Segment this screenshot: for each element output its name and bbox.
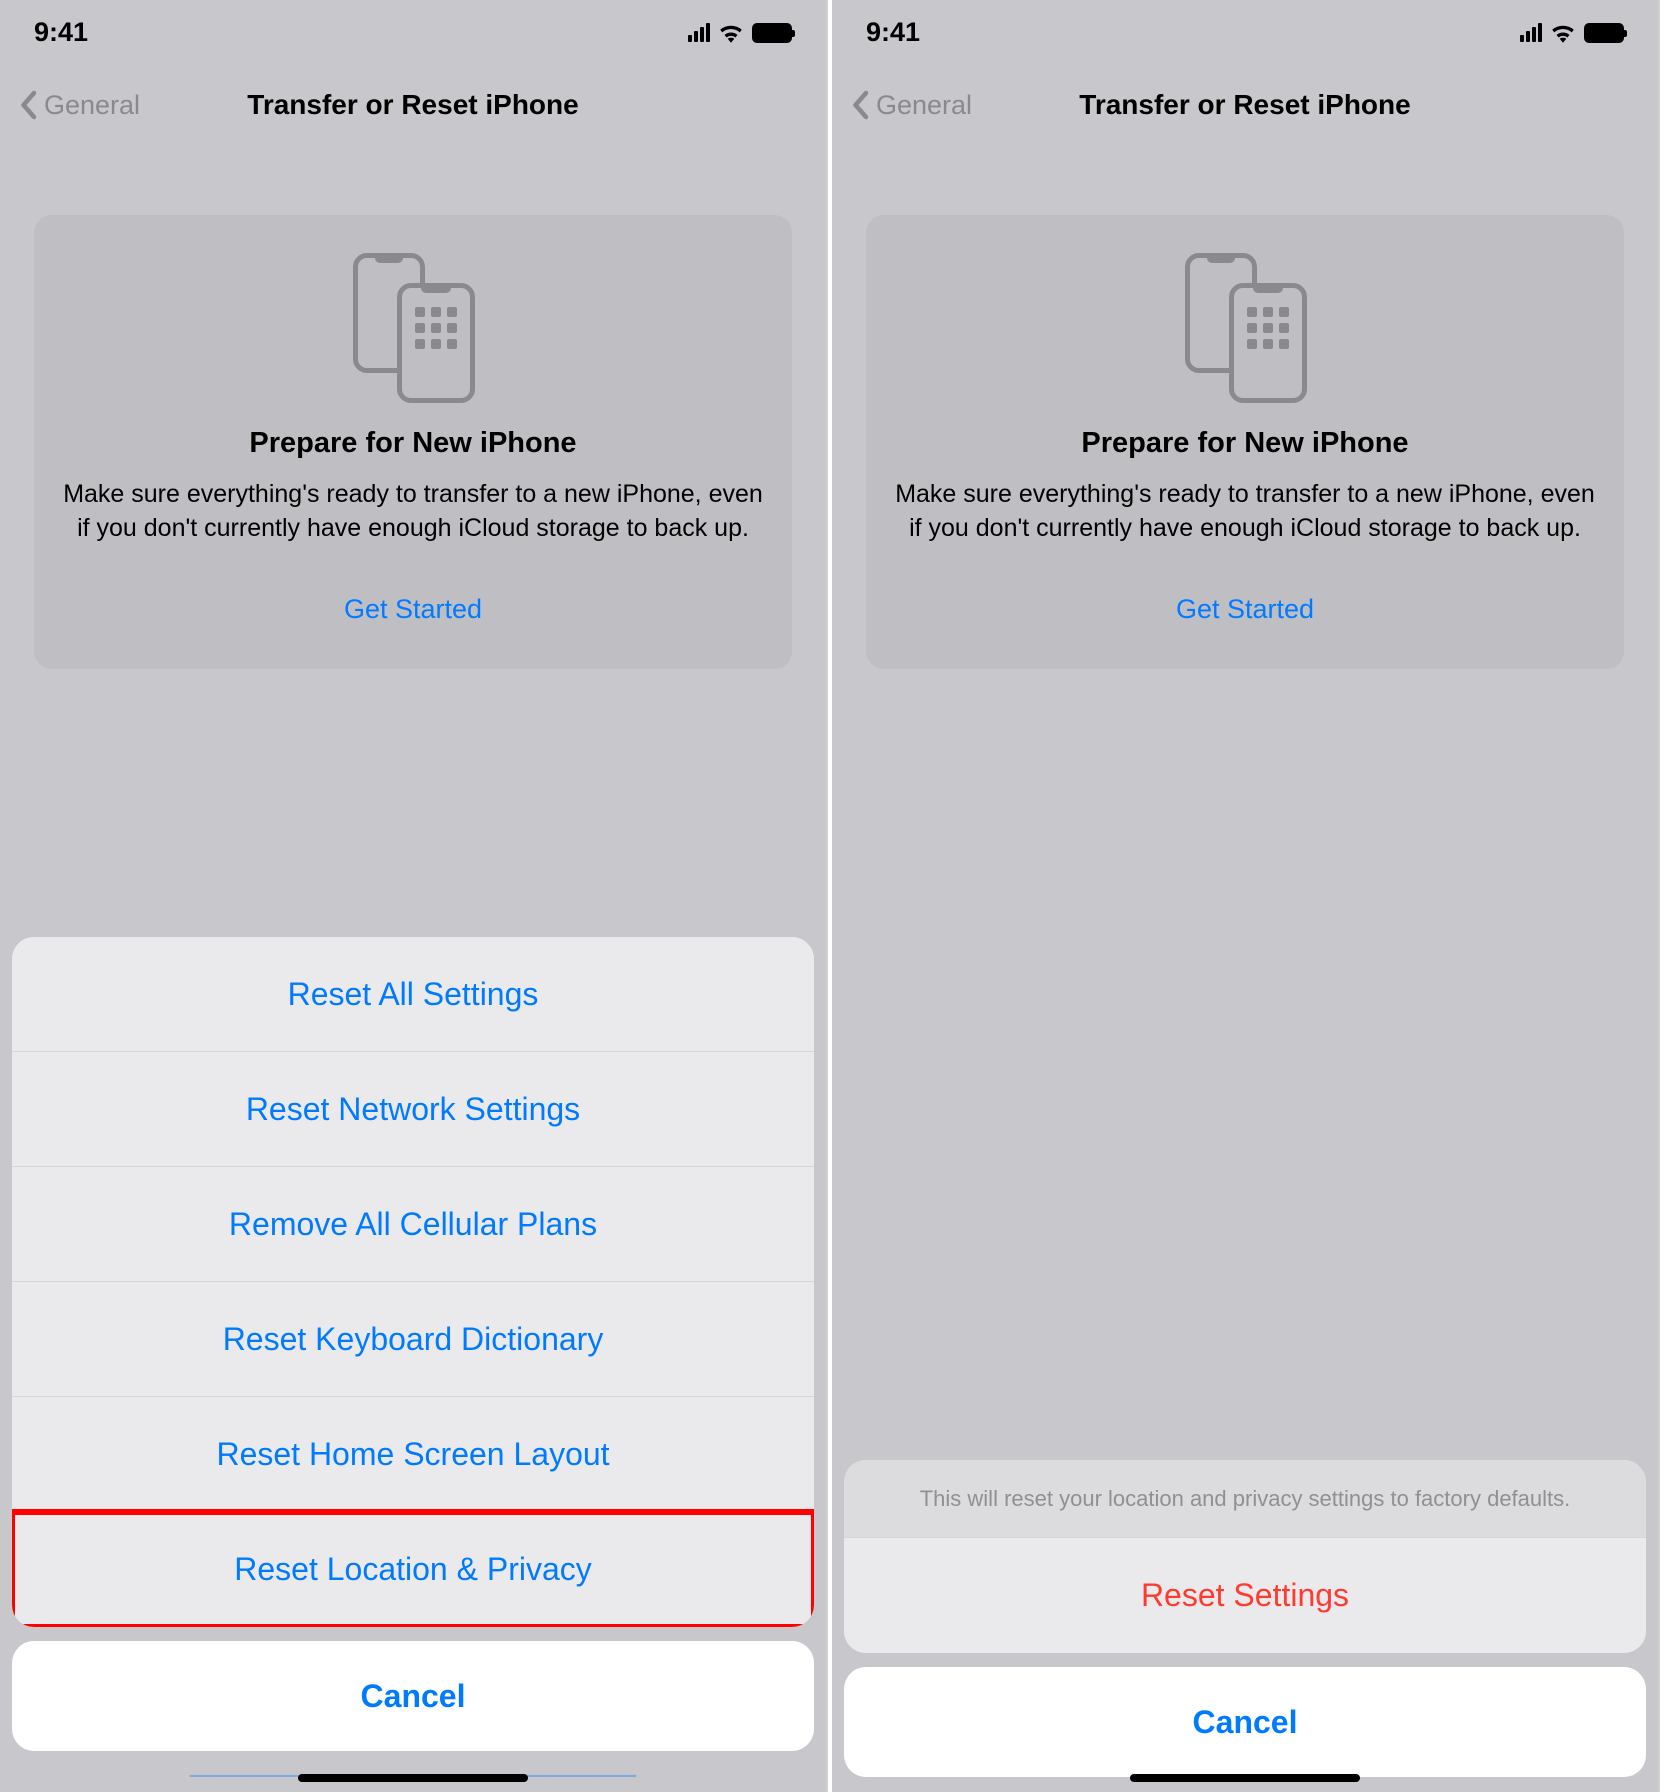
page-title: Transfer or Reset iPhone	[1079, 89, 1410, 121]
chevron-left-icon	[850, 90, 870, 120]
battery-icon	[752, 23, 792, 43]
status-bar: 9:41	[832, 0, 1658, 65]
confirm-sheet: This will reset your location and privac…	[844, 1460, 1646, 1653]
signal-icon	[688, 23, 710, 42]
reset-all-settings[interactable]: Reset All Settings	[12, 937, 814, 1052]
card-title: Prepare for New iPhone	[892, 427, 1598, 460]
phone-left: 9:41 General Transfer or Reset iPhone	[0, 0, 828, 1792]
remove-cellular-plans[interactable]: Remove All Cellular Plans	[12, 1167, 814, 1282]
prepare-card: Prepare for New iPhone Make sure everyth…	[34, 215, 792, 669]
get-started-link[interactable]: Get Started	[892, 594, 1598, 625]
get-started-link[interactable]: Get Started	[60, 594, 766, 625]
status-time: 9:41	[34, 17, 88, 48]
wifi-icon	[718, 23, 744, 43]
back-label: General	[44, 90, 140, 121]
battery-icon	[1584, 23, 1624, 43]
back-label: General	[876, 90, 972, 121]
back-button[interactable]: General	[850, 90, 972, 121]
nav-bar: General Transfer or Reset iPhone	[0, 65, 826, 145]
reset-options-sheet: Reset All Settings Reset Network Setting…	[12, 937, 814, 1627]
nav-bar: General Transfer or Reset iPhone	[832, 65, 1658, 145]
signal-icon	[1520, 23, 1542, 42]
wifi-icon	[1550, 23, 1576, 43]
prepare-card: Prepare for New iPhone Make sure everyth…	[866, 215, 1624, 669]
action-sheet: This will reset your location and privac…	[832, 1460, 1658, 1792]
cancel-button[interactable]: Cancel	[844, 1667, 1646, 1777]
reset-home-screen-layout[interactable]: Reset Home Screen Layout	[12, 1397, 814, 1512]
card-title: Prepare for New iPhone	[60, 427, 766, 460]
status-right	[688, 23, 792, 43]
reset-keyboard-dictionary[interactable]: Reset Keyboard Dictionary	[12, 1282, 814, 1397]
chevron-left-icon	[18, 90, 38, 120]
reset-settings-confirm[interactable]: Reset Settings	[844, 1538, 1646, 1653]
status-time: 9:41	[866, 17, 920, 48]
back-button[interactable]: General	[18, 90, 140, 121]
reset-location-privacy[interactable]: Reset Location & Privacy	[12, 1512, 814, 1627]
status-right	[1520, 23, 1624, 43]
confirm-message: This will reset your location and privac…	[844, 1460, 1646, 1538]
action-sheet: Reset All Settings Reset Network Setting…	[0, 937, 826, 1792]
content: Prepare for New iPhone Make sure everyth…	[832, 215, 1658, 669]
content: Prepare for New iPhone Make sure everyth…	[0, 215, 826, 669]
reset-network-settings[interactable]: Reset Network Settings	[12, 1052, 814, 1167]
card-desc: Make sure everything's ready to transfer…	[60, 478, 766, 546]
home-indicator[interactable]	[1130, 1774, 1360, 1782]
card-desc: Make sure everything's ready to transfer…	[892, 478, 1598, 546]
devices-icon	[353, 253, 473, 403]
home-indicator[interactable]	[298, 1774, 528, 1782]
page-title: Transfer or Reset iPhone	[247, 89, 578, 121]
status-bar: 9:41	[0, 0, 826, 65]
phone-right: 9:41 General Transfer or Reset iPhone	[832, 0, 1660, 1792]
devices-icon	[1185, 253, 1305, 403]
cancel-button[interactable]: Cancel	[12, 1641, 814, 1751]
